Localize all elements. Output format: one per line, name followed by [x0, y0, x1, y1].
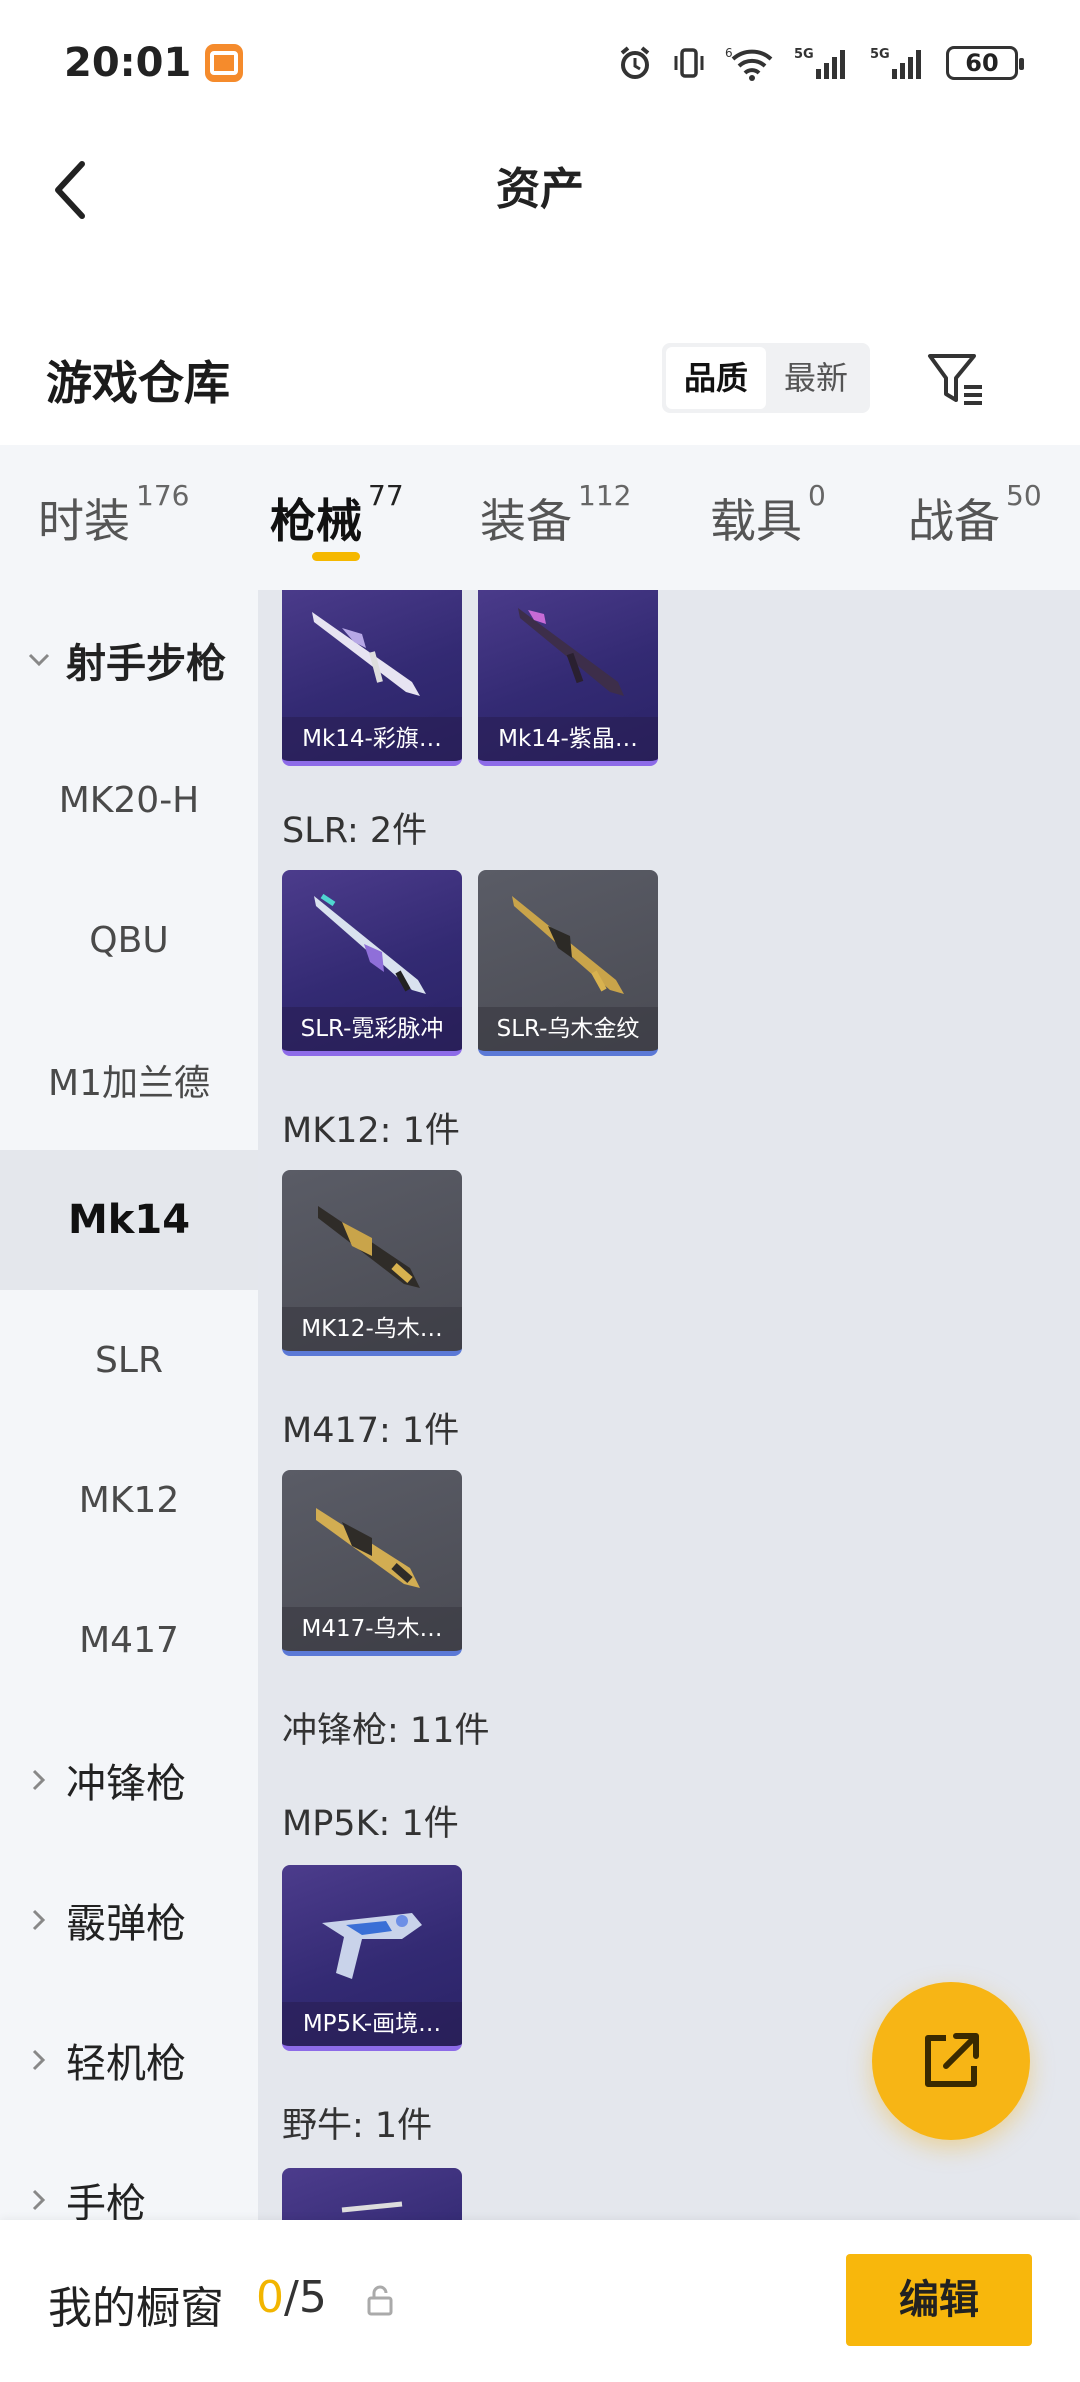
section-label-smg: 冲锋枪: 11件 — [282, 1711, 490, 1751]
sort-by-newest[interactable]: 最新 — [766, 347, 866, 409]
weapon-card-label: MP5K-画境… — [282, 2002, 462, 2046]
showcase-bar: 我的橱窗 0/5 编辑 — [0, 2220, 1080, 2382]
showcase-total: /5 — [284, 2272, 327, 2323]
rifle-icon — [512, 896, 624, 994]
weapon-card-label: SLR-乌木金纹 — [478, 1007, 658, 1051]
weapon-card-label: Mk14-彩旗… — [282, 717, 462, 761]
tab-vehicles[interactable]: 载具 0 — [710, 479, 826, 551]
share-fab[interactable] — [872, 1982, 1030, 2140]
weapon-card[interactable]: Mk14-紫晶… — [478, 590, 658, 766]
status-time: 20:01 — [64, 39, 192, 86]
chevron-right-icon — [22, 2043, 56, 2077]
weapon-type-sidebar: 射手步枪 MK20-H QBU M1加兰德 Mk14 SLR MK12 M417… — [0, 590, 258, 2220]
sidebar-group-smg[interactable]: 冲锋枪 — [0, 1710, 258, 1850]
weapon-card[interactable]: M417-乌木… — [282, 1470, 462, 1656]
sidebar-group-marksman[interactable]: 射手步枪 — [0, 590, 258, 730]
tab-fashion[interactable]: 时装 176 — [38, 479, 189, 551]
sidebar-group-pistol[interactable]: 手枪 — [0, 2130, 258, 2220]
weapon-card-label: SLR-霓彩脉冲 — [282, 1007, 462, 1051]
tab-equipment[interactable]: 装备 112 — [480, 479, 631, 551]
weapon-card[interactable]: MP5K-画境… — [282, 1865, 462, 2051]
rifle-icon — [312, 612, 420, 696]
sidebar-group-label: 霰弹枪 — [66, 1901, 186, 1947]
back-button[interactable] — [40, 155, 100, 225]
sidebar-item-mk14[interactable]: Mk14 — [0, 1150, 258, 1290]
weapon-card-label: MK12-乌木… — [282, 1307, 462, 1351]
warehouse-header: 游戏仓库 品质 最新 — [0, 255, 1080, 445]
sidebar-group-shotgun[interactable]: 霰弹枪 — [0, 1850, 258, 1990]
warehouse-title: 游戏仓库 — [46, 356, 230, 410]
back-arrow-icon — [55, 161, 85, 219]
sort-by-quality[interactable]: 品质 — [666, 347, 766, 409]
sidebar-item-qbu[interactable]: QBU — [0, 870, 258, 1010]
sidebar-item-mk12[interactable]: MK12 — [0, 1430, 258, 1570]
sidebar-group-label: 轻机枪 — [66, 2041, 186, 2087]
category-tabs: 时装 176 枪械 77 装备 112 载具 0 战备 50 — [0, 445, 1080, 590]
weapon-card[interactable] — [282, 2168, 462, 2220]
edit-button[interactable]: 编辑 — [846, 2254, 1032, 2346]
weapon-card-label: Mk14-紫晶… — [478, 717, 658, 761]
smg-icon — [322, 1913, 422, 1979]
smg-icon — [341, 2201, 403, 2213]
chevron-right-icon — [22, 1903, 56, 1937]
weapon-card[interactable]: MK12-乌木… — [282, 1170, 462, 1356]
sort-toggle: 品质 最新 — [662, 343, 870, 413]
svg-text:5G: 5G — [794, 47, 814, 62]
tab-guns[interactable]: 枪械 77 — [270, 479, 404, 551]
showcase-title: 我的橱窗 — [48, 2283, 224, 2334]
filter-button[interactable] — [924, 347, 988, 411]
svg-text:5G: 5G — [870, 47, 890, 62]
chevron-right-icon — [22, 2183, 56, 2217]
signal-icon-sim1: 5G — [794, 44, 854, 82]
share-out-icon — [925, 2033, 979, 2087]
showcase-count: 0/5 — [256, 2272, 327, 2323]
top-nav: 资产 — [0, 125, 1080, 255]
notification-app-icon — [205, 43, 244, 82]
active-tab-indicator — [312, 552, 360, 561]
weapon-card[interactable]: SLR-乌木金纹 — [478, 870, 658, 1056]
sidebar-group-label: 手枪 — [66, 2181, 146, 2220]
rifle-icon — [318, 1206, 420, 1288]
section-label-mp5k: MP5K: 1件 — [282, 1804, 459, 1844]
section-label-m417: M417: 1件 — [282, 1411, 460, 1451]
svg-text:6: 6 — [725, 46, 733, 60]
weapon-card[interactable]: SLR-霓彩脉冲 — [282, 870, 462, 1056]
rifle-icon — [314, 893, 426, 994]
tab-battle-supplies[interactable]: 战备 50 — [908, 479, 1042, 551]
status-bar: 20:01 6 5G 5G 60 — [0, 0, 1080, 125]
vibrate-icon — [670, 44, 708, 82]
section-label-bizon: 野牛: 1件 — [282, 2106, 433, 2146]
sidebar-group-label: 射手步枪 — [66, 641, 226, 687]
weapon-card[interactable]: Mk14-彩旗… — [282, 590, 462, 766]
chevron-right-icon — [22, 1763, 56, 1797]
section-label-slr: SLR: 2件 — [282, 811, 428, 851]
status-icons: 6 5G 5G 60 — [616, 44, 1024, 82]
sidebar-item-slr[interactable]: SLR — [0, 1290, 258, 1430]
rifle-icon — [518, 608, 624, 696]
sidebar-item-m1-garand[interactable]: M1加兰德 — [0, 1010, 258, 1150]
section-label-mk12: MK12: 1件 — [282, 1111, 460, 1151]
rifle-icon — [316, 1508, 420, 1588]
lock-icon — [364, 2282, 396, 2318]
sidebar-group-lmg[interactable]: 轻机枪 — [0, 1990, 258, 2130]
showcase-current: 0 — [256, 2272, 284, 2323]
chevron-down-icon — [22, 643, 56, 677]
weapon-card-label: M417-乌木… — [282, 1607, 462, 1651]
alarm-icon — [616, 44, 654, 82]
battery-icon: 60 — [946, 45, 1024, 80]
weapon-list: Mk14-彩旗… Mk14-紫晶… SLR: 2件 SLR-霓彩脉冲 SLR-乌… — [258, 590, 1080, 2220]
filter-icon — [928, 354, 982, 405]
sidebar-group-label: 冲锋枪 — [66, 1761, 186, 1807]
page-title: 资产 — [496, 164, 584, 215]
signal-icon-sim2: 5G — [870, 44, 930, 82]
sidebar-item-mk20h[interactable]: MK20-H — [0, 730, 258, 870]
sidebar-item-m417[interactable]: M417 — [0, 1570, 258, 1710]
wifi-icon: 6 — [724, 44, 778, 82]
